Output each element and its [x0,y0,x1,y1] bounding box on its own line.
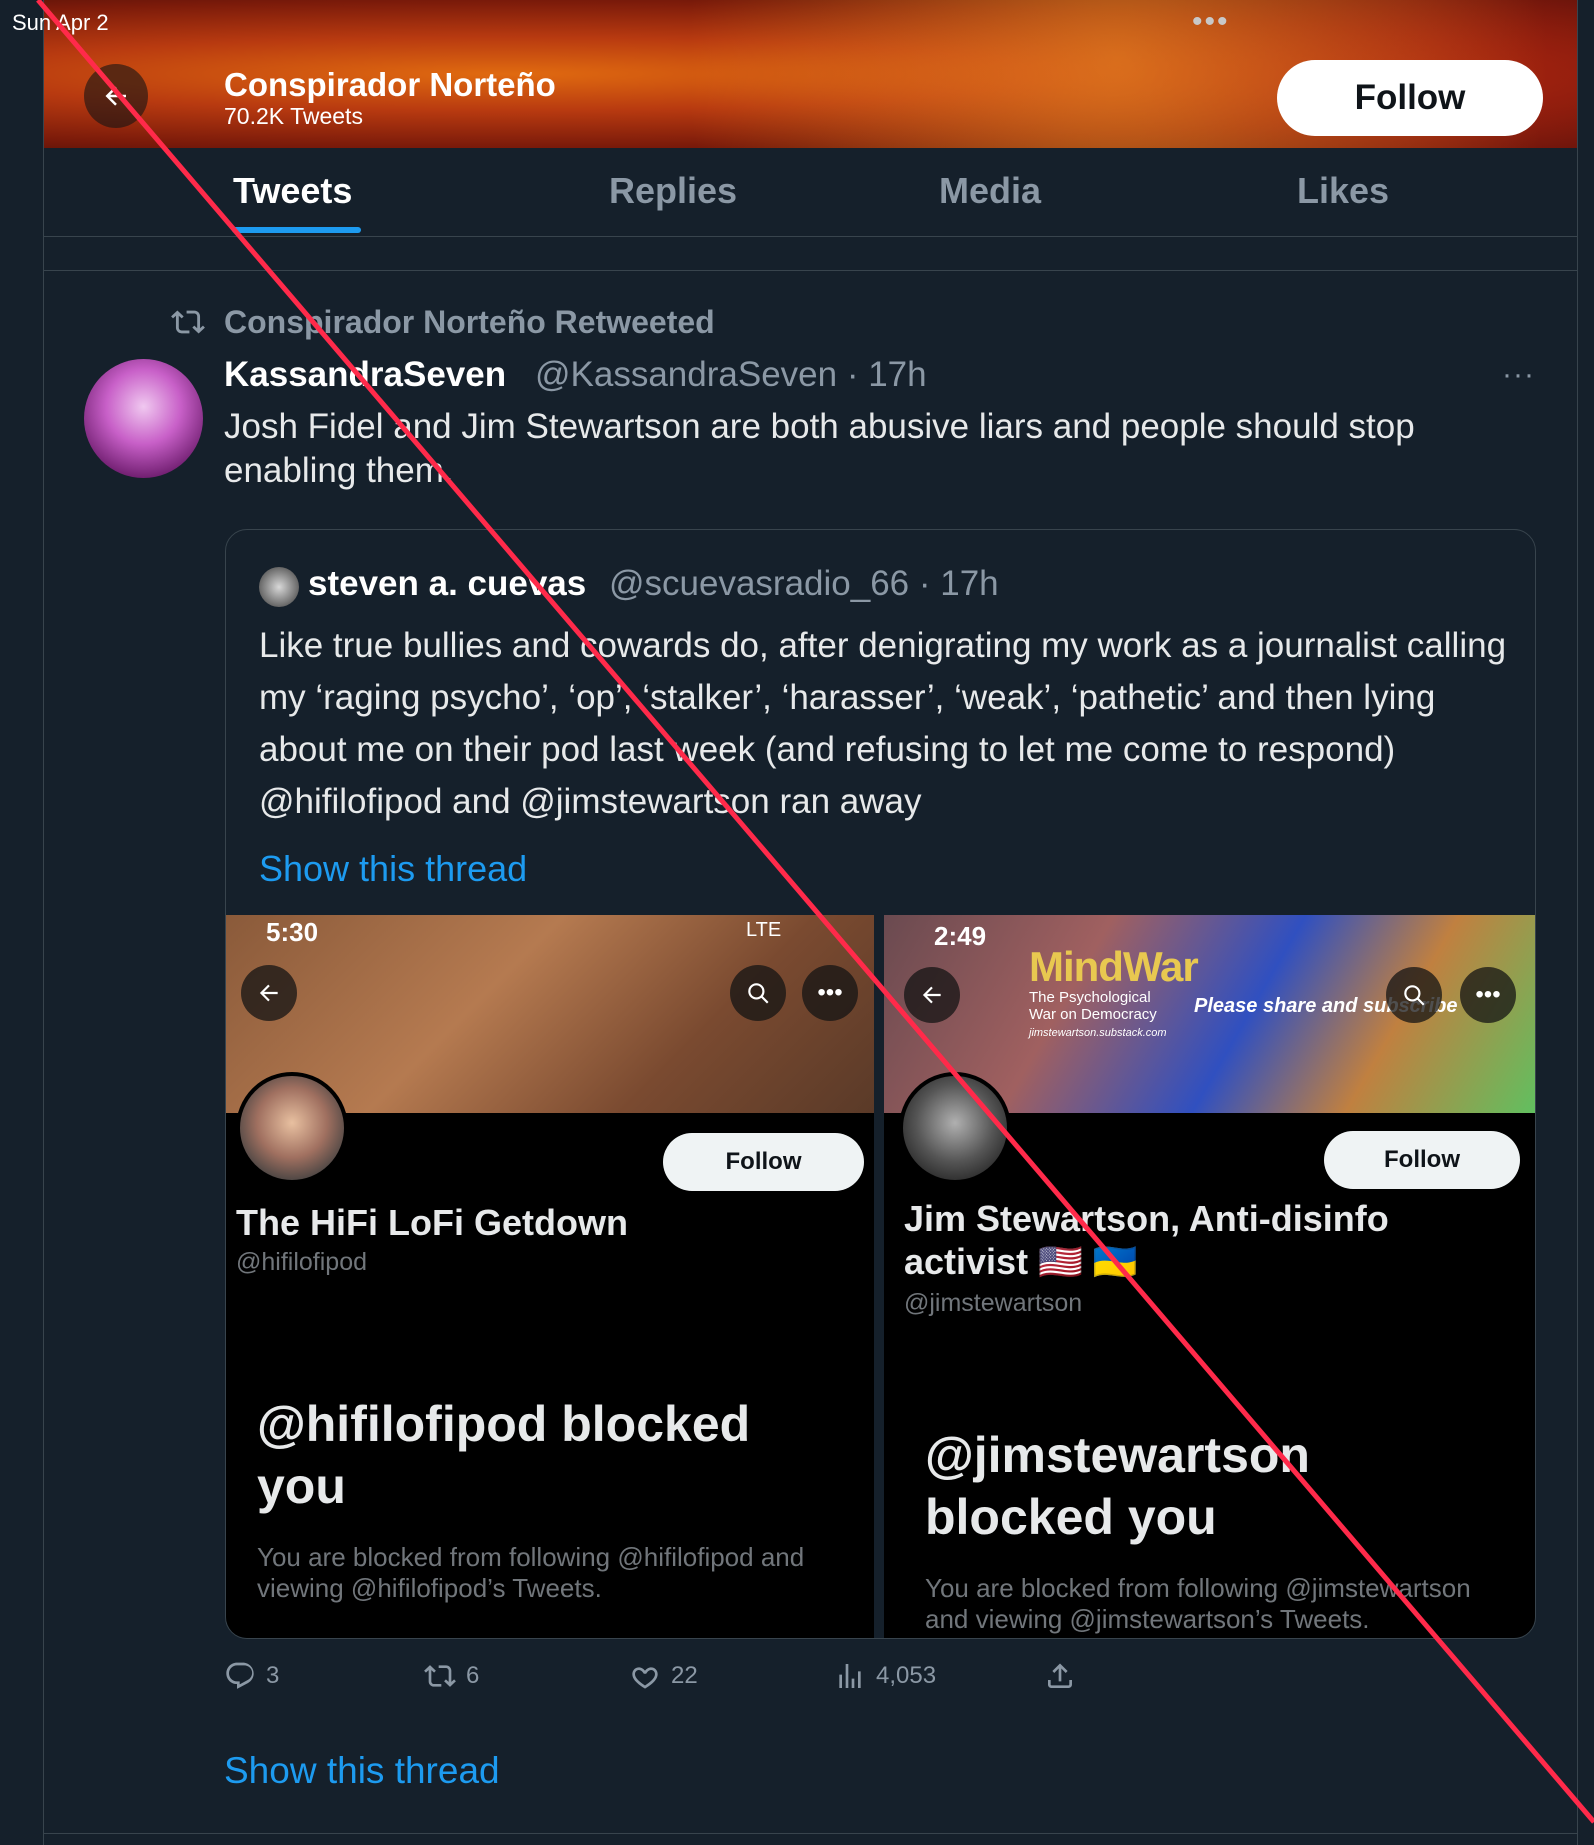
retweeted-by-label[interactable]: Conspirador Norteño Retweeted [224,304,715,341]
screenshot-network: LTE [746,919,782,941]
quote-show-thread-link[interactable]: Show this thread [259,848,527,890]
analytics-icon [839,1664,861,1688]
profile-name: Conspirador Norteño [224,66,556,103]
screenshot-blocked-desc: You are blocked from following @hifilofi… [257,1542,805,1603]
tweet-text: Josh Fidel and Jim Stewartson are both a… [224,407,1415,490]
show-thread-link[interactable]: Show this thread [224,1750,500,1792]
banner-title: MindWar [1029,943,1199,990]
active-tab-indicator [232,227,361,233]
screenshot-time: 5:30 [266,917,319,947]
banner-url: jimstewartson.substack.com [1029,1027,1167,1039]
screenshot-blocked-heading: @hifilofipod blocked you [257,1396,751,1514]
screenshot-handle: @jimstewartson [904,1289,1083,1317]
back-button[interactable] [84,64,148,128]
screenshot-hifilofipod[interactable]: 5:30 LTE ••• Follow The HiFi LoFi Getdow… [226,915,874,1638]
divider [44,1833,1577,1834]
profile-tabs: Tweets Replies Media Likes [44,148,1577,237]
screenshot-search-icon [1386,967,1442,1023]
screenshot-avatar [236,1072,348,1184]
screenshot-search-icon [730,965,786,1021]
screenshot-back-icon [904,967,960,1023]
share-icon [1048,1663,1072,1688]
tab-tweets[interactable]: Tweets [233,170,352,212]
screenshot-jimstewartson[interactable]: MindWar The Psychological War on Democra… [884,915,1535,1638]
quote-author-name: steven a. cuevas [308,564,587,603]
screenshot-follow-button: Follow [1324,1131,1520,1189]
quoted-tweet[interactable]: steven a. cuevas @scuevasradio_66 · 17h … [225,529,1536,1639]
screenshot-more-icon: ••• [1460,967,1516,1023]
status-bar-date: Sun Apr 2 [12,10,109,35]
screenshot-back-icon [241,965,297,1021]
profile-header: Conspirador Norteño 70.2K Tweets Follow [44,0,1577,148]
more-options-icon[interactable]: ··· [1502,358,1535,392]
screenshot-time: 2:49 [934,921,987,951]
tweet-count: 70.2K Tweets [224,103,363,129]
like-count: 22 [671,1662,698,1689]
screenshot-avatar [899,1072,1011,1184]
reply-icon [226,1662,254,1689]
quote-avatar [259,567,299,607]
tab-replies[interactable]: Replies [609,170,737,212]
reply-button[interactable]: 3 [224,1660,279,1692]
screenshot-blocked-heading: @jimstewartson blocked you [925,1427,1310,1545]
right-gutter [1577,0,1594,1845]
retweet-count: 6 [466,1662,480,1689]
retweet-icon [171,310,205,334]
screenshot-blocked-desc: You are blocked from following @jimstewa… [925,1573,1471,1634]
like-button[interactable]: 22 [629,1660,698,1692]
screenshot-title: Jim Stewartson, Anti-disinfo activist 🇺🇸… [904,1198,1389,1282]
screenshot-follow-button: Follow [663,1133,864,1191]
tab-likes[interactable]: Likes [1297,170,1389,212]
quote-author-handle-time: @scuevasradio_66 · 17h [609,564,999,603]
retweet-button[interactable]: 6 [424,1660,479,1692]
avatar[interactable] [84,359,203,478]
follow-button[interactable]: Follow [1277,60,1543,136]
screenshot-more-icon: ••• [802,965,858,1021]
banner-mindwar-text: MindWar The Psychological War on Democra… [1029,943,1199,1040]
tab-media[interactable]: Media [939,170,1041,212]
divider [44,270,1577,271]
retweet-icon [424,1665,456,1687]
reply-count: 3 [266,1662,280,1689]
share-button[interactable] [1044,1660,1076,1692]
screenshot-handle: @hifilofipod [236,1248,368,1276]
views-button[interactable]: 4,053 [834,1660,936,1692]
banner-subtitle: The Psychological War on Democracy [1029,989,1157,1023]
heart-icon [632,1667,658,1689]
author-name[interactable]: KassandraSeven [224,355,506,395]
tweet-actions: 3 6 22 4,053 [224,1660,1124,1700]
multitask-dots[interactable]: ••• [1192,7,1230,37]
quote-text: Like true bullies and cowards do, after … [259,626,1507,821]
view-count: 4,053 [876,1662,937,1689]
screenshot-title: The HiFi LoFi Getdown [236,1202,628,1243]
left-gutter [0,0,44,1845]
author-handle-time[interactable]: @KassandraSeven · 17h [535,355,927,395]
arrow-left-icon [105,86,126,106]
